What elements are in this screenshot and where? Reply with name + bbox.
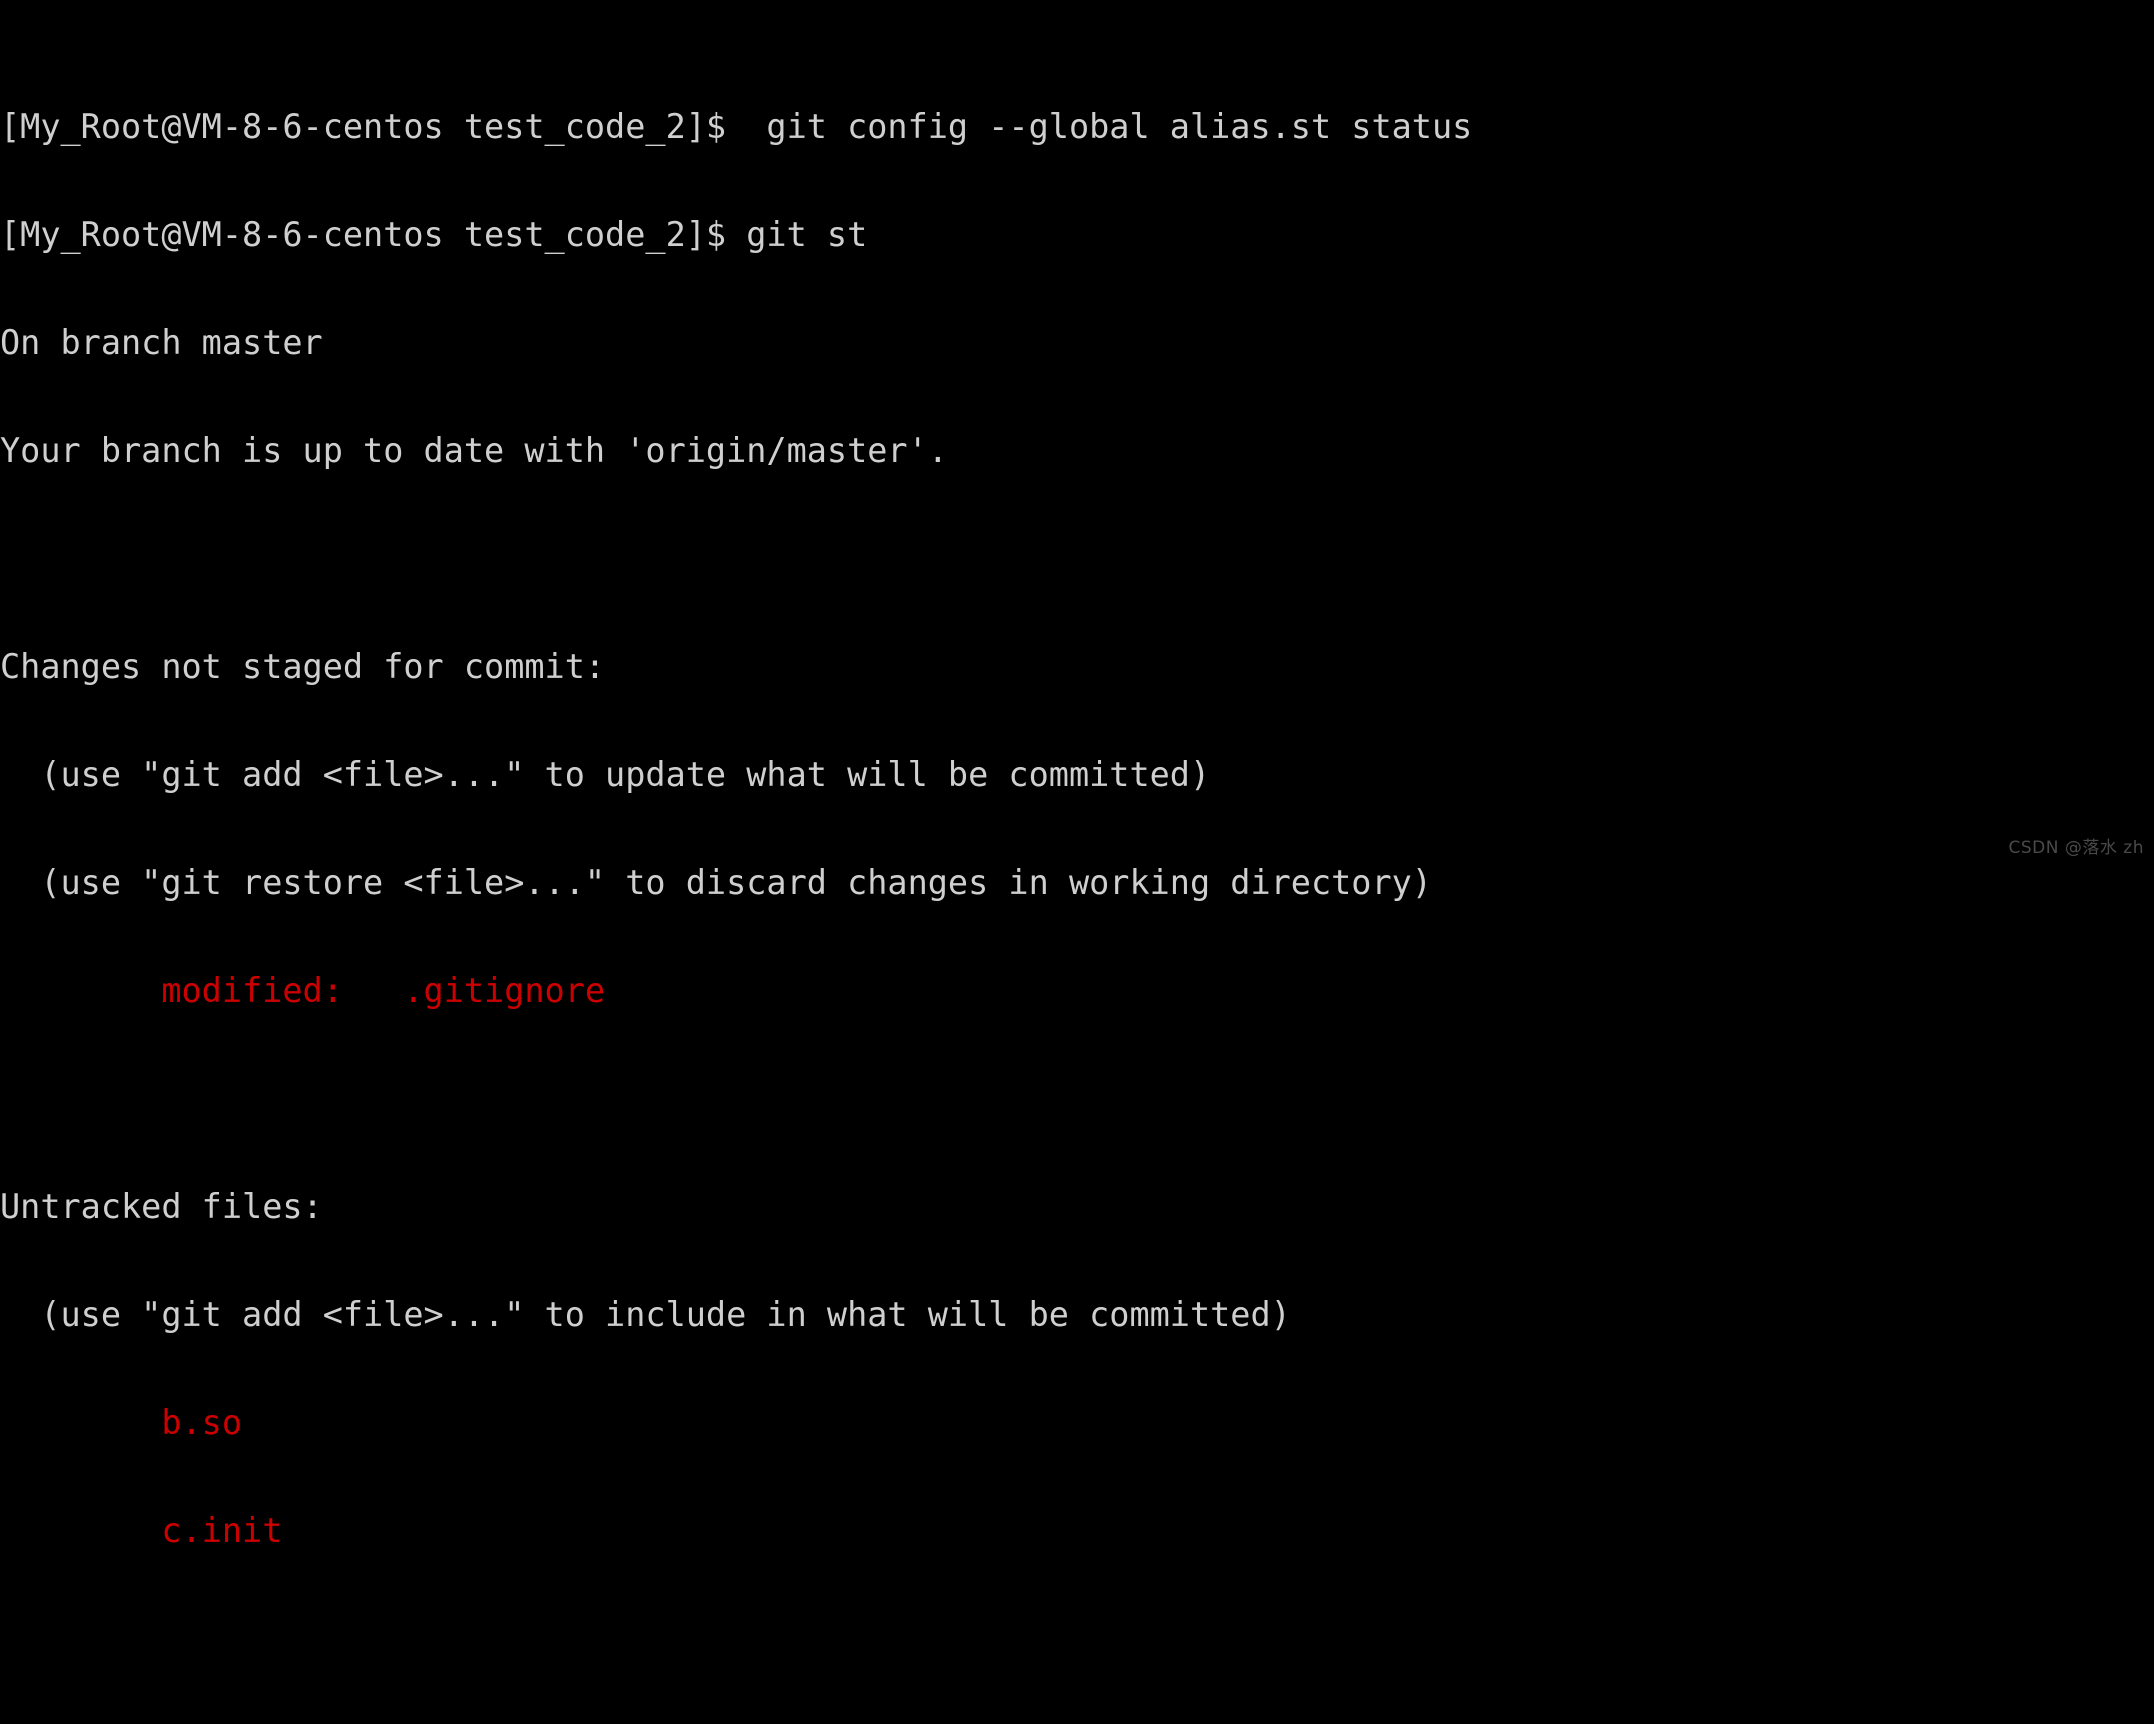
terminal-line-command: [My_Root@VM-8-6-centos test_code_2]$ git… — [0, 215, 868, 254]
terminal-line-command: [My_Root@VM-8-6-centos test_code_2]$ git… — [0, 107, 1473, 146]
terminal-line-output: (use "git restore <file>..." to discard … — [0, 863, 1432, 902]
terminal-line-untracked-file: b.so — [0, 1403, 243, 1442]
terminal-line-output: Your branch is up to date with 'origin/m… — [0, 431, 948, 470]
terminal-window[interactable]: [My_Root@VM-8-6-centos test_code_2]$ git… — [0, 0, 2154, 1549]
watermark-label: CSDN @落水 zh — [2008, 838, 2144, 858]
terminal-line-output: Untracked files: — [0, 1187, 323, 1226]
terminal-line-output: (use "git add <file>..." to update what … — [0, 755, 1211, 794]
terminal-line-output: On branch master — [0, 323, 323, 362]
terminal-output-area: [My_Root@VM-8-6-centos test_code_2]$ git… — [0, 1, 1472, 1724]
terminal-line-modified-file: modified: .gitignore — [0, 971, 606, 1010]
terminal-line-output: Changes not staged for commit: — [0, 647, 606, 686]
terminal-line-untracked-file: c.init — [0, 1511, 283, 1550]
terminal-line-output: (use "git add <file>..." to include in w… — [0, 1295, 1291, 1334]
